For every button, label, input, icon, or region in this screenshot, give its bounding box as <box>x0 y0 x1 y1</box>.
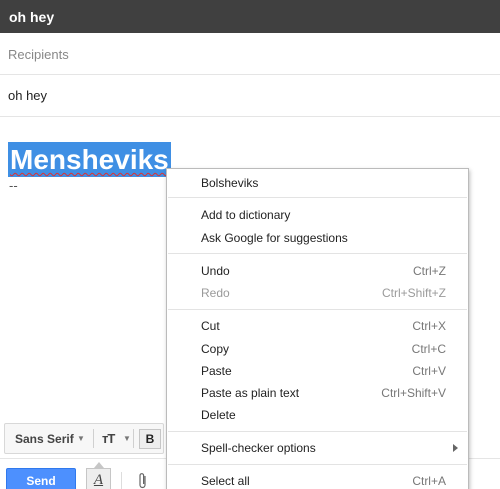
menu-item-shortcut: Ctrl+Shift+V <box>381 386 446 400</box>
menu-item-undo[interactable]: Undo Ctrl+Z <box>201 261 446 281</box>
chevron-down-icon: ▼ <box>123 434 131 443</box>
menu-item-copy[interactable]: Copy Ctrl+C <box>201 339 446 359</box>
menu-item-paste-plain-text[interactable]: Paste as plain text Ctrl+Shift+V <box>201 383 446 403</box>
submenu-arrow-icon <box>453 444 458 452</box>
formatting-toolbar: Sans Serif ▼ тT ▼ B <box>4 423 164 454</box>
menu-item-shortcut: Ctrl+A <box>412 474 446 488</box>
menu-item-label: Cut <box>201 319 220 333</box>
misspelled-word-selected[interactable]: Mensheviks <box>8 142 171 177</box>
menu-item-label: Redo <box>201 286 230 300</box>
menu-separator <box>168 253 467 254</box>
send-button[interactable]: Send <box>6 468 76 489</box>
menu-item-add-to-dictionary[interactable]: Add to dictionary <box>201 205 446 225</box>
menu-item-delete[interactable]: Delete <box>201 405 446 425</box>
menu-item-label: Paste <box>201 364 232 378</box>
menu-item-shortcut: Ctrl+X <box>412 319 446 333</box>
toolbar-divider <box>133 429 134 448</box>
menu-item-label: Paste as plain text <box>201 386 300 400</box>
menu-item-shortcut: Ctrl+Z <box>413 264 446 278</box>
font-family-select[interactable]: Sans Serif <box>15 432 74 446</box>
menu-item-shortcut: Ctrl+C <box>411 342 446 356</box>
menu-separator <box>168 197 467 198</box>
paperclip-icon[interactable] <box>137 472 149 489</box>
menu-item-label: Bolsheviks <box>201 176 259 190</box>
menu-item-shortcut: Ctrl+Shift+Z <box>381 286 446 300</box>
menu-item-paste[interactable]: Paste Ctrl+V <box>201 361 446 381</box>
recipients-field[interactable]: Recipients <box>0 33 500 75</box>
menu-item-spell-checker-options[interactable]: Spell-checker options <box>201 438 458 458</box>
menu-separator <box>168 309 467 310</box>
toolbar-divider <box>121 472 122 489</box>
menu-item-select-all[interactable]: Select all Ctrl+A <box>201 471 446 489</box>
context-menu: Bolsheviks Add to dictionary Ask Google … <box>166 168 469 489</box>
toolbar-divider <box>93 429 94 448</box>
menu-item-cut[interactable]: Cut Ctrl+X <box>201 316 446 336</box>
menu-item-suggestion[interactable]: Bolsheviks <box>201 173 446 193</box>
menu-item-label: Delete <box>201 408 236 422</box>
subject-field[interactable]: oh hey <box>0 75 500 117</box>
menu-item-label: Select all <box>201 474 250 488</box>
font-size-button[interactable]: тT <box>102 431 115 446</box>
menu-separator <box>168 464 467 465</box>
menu-item-shortcut: Ctrl+V <box>412 364 446 378</box>
menu-item-label: Copy <box>201 342 230 356</box>
bold-button[interactable]: B <box>139 429 161 449</box>
menu-item-label: Add to dictionary <box>201 208 291 222</box>
menu-separator <box>168 431 467 432</box>
menu-item-label: Ask Google for suggestions <box>201 231 348 245</box>
signature-separator: -- <box>9 178 18 193</box>
menu-item-label: Undo <box>201 264 230 278</box>
menu-item-label: Spell-checker options <box>201 441 316 455</box>
formatting-options-button[interactable]: A <box>86 468 111 489</box>
menu-item-ask-google[interactable]: Ask Google for suggestions <box>201 228 446 248</box>
window-title: oh hey <box>0 0 500 33</box>
menu-item-redo: Redo Ctrl+Shift+Z <box>201 283 446 303</box>
chevron-down-icon: ▼ <box>77 434 85 443</box>
